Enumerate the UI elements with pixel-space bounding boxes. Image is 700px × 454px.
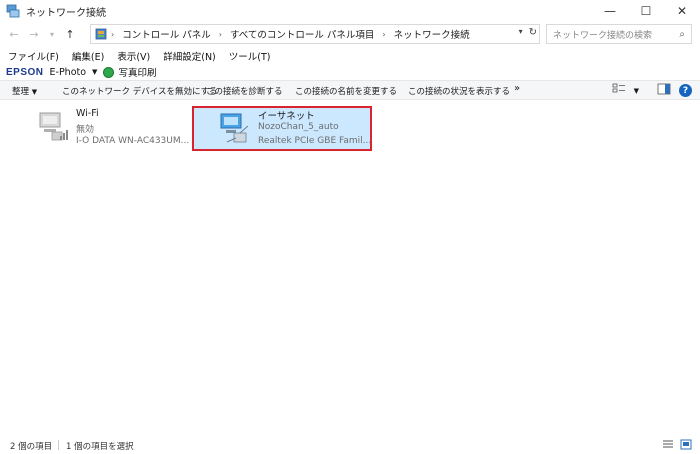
- address-row: ← → ▾ ↑ › コントロール パネル › すべてのコントロール パネル項目 …: [0, 22, 700, 46]
- forward-button[interactable]: →: [26, 24, 42, 44]
- ephoto-button[interactable]: E-Photo: [50, 67, 87, 78]
- menu-file[interactable]: ファイル(F): [0, 49, 64, 63]
- connection-device: I-O DATA WN-AC433UM...: [76, 136, 190, 146]
- address-dropdown-icon[interactable]: ▾: [519, 27, 523, 38]
- epson-logo: EPSON: [6, 66, 44, 78]
- selection-count: 1 個の項目を選択: [66, 442, 134, 452]
- address-bar[interactable]: › コントロール パネル › すべてのコントロール パネル項目 › ネットワーク…: [90, 24, 540, 44]
- menu-advanced[interactable]: 詳細設定(N): [155, 49, 221, 63]
- photo-print-icon[interactable]: [103, 66, 115, 78]
- title-bar: ネットワーク接続 — ☐ ✕: [0, 0, 700, 22]
- menu-tools[interactable]: ツール(T): [221, 49, 276, 63]
- status-bar: 2 個の項目 1 個の項目を選択: [0, 436, 700, 454]
- breadcrumb-control-panel[interactable]: コントロール パネル: [118, 27, 215, 41]
- breadcrumb-separator: ›: [382, 29, 386, 39]
- help-icon[interactable]: ?: [679, 84, 692, 97]
- command-bar: 整理 ▼ このネットワーク デバイスを無効にする この接続を診断する この接続の…: [0, 80, 700, 100]
- maximize-button[interactable]: ☐: [628, 0, 664, 22]
- search-placeholder: ネットワーク接続の検索: [553, 30, 653, 41]
- menu-edit[interactable]: 編集(E): [64, 49, 109, 63]
- recent-locations-icon[interactable]: ▾: [44, 24, 60, 44]
- change-view-icon[interactable]: [612, 83, 626, 98]
- rename-button[interactable]: この接続の名前を変更する: [295, 85, 397, 97]
- back-button[interactable]: ←: [6, 24, 22, 44]
- breadcrumb-all-items[interactable]: すべてのコントロール パネル項目: [226, 27, 378, 41]
- large-icons-view-icon[interactable]: [680, 439, 692, 453]
- breadcrumb-separator: ›: [218, 29, 222, 39]
- chevron-down-icon[interactable]: ▼: [92, 68, 97, 76]
- connection-status: 無効: [76, 125, 95, 135]
- organize-button[interactable]: 整理 ▼: [12, 85, 37, 97]
- connection-name: Wi-Fi: [76, 108, 99, 119]
- connection-status: NozoChan_5_auto: [258, 122, 339, 132]
- search-icon[interactable]: ⌕: [679, 29, 685, 40]
- connection-name: イーサネット: [258, 111, 315, 122]
- menu-view[interactable]: 表示(V): [109, 49, 155, 63]
- refresh-icon[interactable]: ↻: [529, 27, 537, 38]
- more-commands-button[interactable]: »: [514, 83, 520, 94]
- close-button[interactable]: ✕: [664, 0, 700, 22]
- disable-device-button[interactable]: このネットワーク デバイスを無効にする: [62, 85, 218, 97]
- view-status-button[interactable]: この接続の状況を表示する: [408, 85, 510, 97]
- ethernet-adapter-icon: [218, 110, 254, 149]
- connection-item-ethernet[interactable]: イーサネット NozoChan_5_auto Realtek PCIe GBE …: [192, 106, 372, 151]
- photo-print-button[interactable]: 写真印刷: [118, 65, 156, 79]
- wifi-adapter-icon: [36, 108, 72, 147]
- breadcrumb-separator: ›: [111, 29, 115, 39]
- menu-bar: ファイル(F) 編集(E) 表示(V) 詳細設定(N) ツール(T): [0, 48, 275, 64]
- view-options-chevron-icon[interactable]: ▼: [634, 87, 639, 95]
- breadcrumb-network-connections[interactable]: ネットワーク接続: [390, 27, 474, 41]
- connection-item-wifi[interactable]: Wi-Fi 無効 I-O DATA WN-AC433UM...: [36, 106, 190, 150]
- control-panel-icon: [95, 28, 107, 40]
- diagnose-button[interactable]: この接続を診断する: [206, 85, 283, 97]
- epson-toolbar: EPSON E-Photo ▼ 写真印刷: [0, 64, 156, 80]
- search-input[interactable]: ネットワーク接続の検索 ⌕: [546, 24, 692, 44]
- status-divider: [58, 440, 59, 450]
- window-title: ネットワーク接続: [26, 7, 106, 19]
- preview-pane-icon[interactable]: [657, 83, 671, 98]
- connection-device: Realtek PCIe GBE Famil...: [258, 136, 372, 146]
- details-view-icon[interactable]: [662, 439, 674, 453]
- network-connections-icon: [6, 4, 20, 18]
- minimize-button[interactable]: —: [592, 0, 628, 22]
- item-count: 2 個の項目: [10, 442, 53, 452]
- up-button[interactable]: ↑: [62, 24, 78, 44]
